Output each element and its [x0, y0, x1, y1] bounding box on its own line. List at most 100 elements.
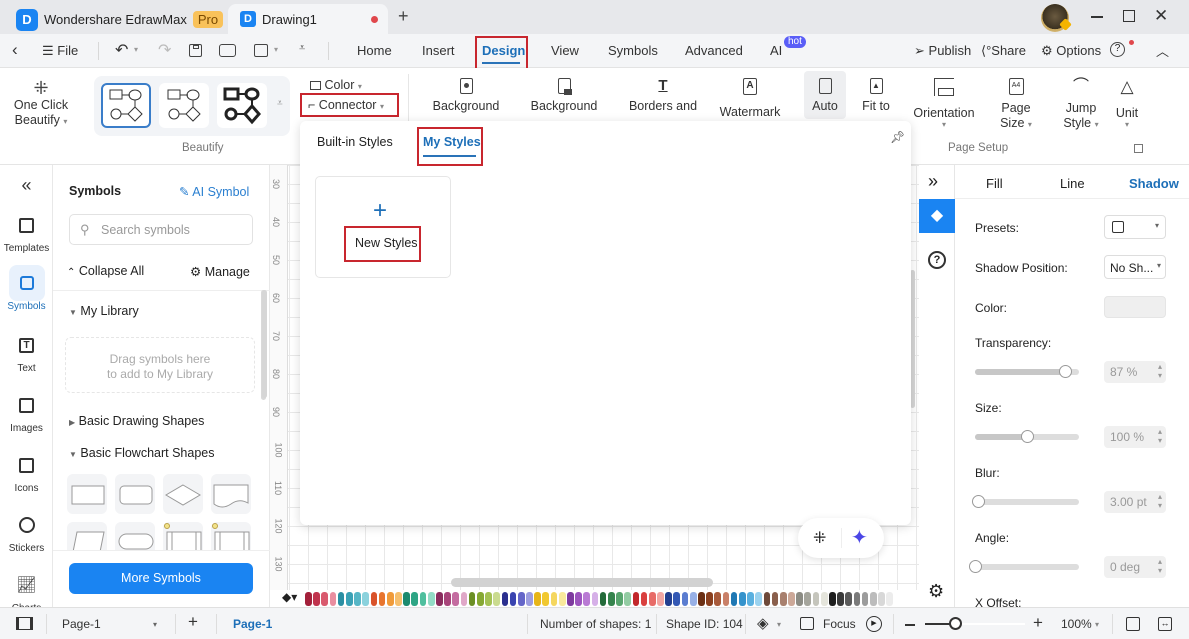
tab-built-in-styles[interactable]: Built-in Styles [317, 135, 393, 149]
borders-and-headers-button[interactable]: T Borders and [627, 78, 699, 114]
tab-insert[interactable]: Insert [422, 43, 455, 58]
style-panel-icon[interactable]: ◆ [919, 199, 955, 233]
pin-icon[interactable]: 📌︎ [890, 130, 905, 144]
color-swatch[interactable] [640, 592, 648, 606]
close-button[interactable]: ✕ [1154, 6, 1168, 26]
export-dropdown-icon[interactable]: ▾ [274, 45, 278, 54]
color-button[interactable]: Color ▾ [310, 78, 362, 92]
color-swatch[interactable] [624, 592, 631, 606]
focus-button[interactable]: Focus [823, 617, 856, 631]
color-swatch[interactable] [501, 592, 509, 606]
jump-style-button[interactable]: ⌒ Jump Style ▾ [1052, 78, 1110, 132]
presets-select[interactable]: ▾ [1104, 215, 1166, 239]
color-swatch[interactable] [616, 592, 623, 606]
ai-symbol-button[interactable]: ✎ AI Symbol [179, 184, 249, 199]
more-symbols-button[interactable]: More Symbols [69, 563, 253, 594]
size-slider[interactable] [975, 430, 1079, 443]
color-swatch[interactable] [698, 592, 705, 606]
settings-icon[interactable]: ⚙ [928, 581, 944, 602]
chevron-down-icon[interactable]: ▾ [1095, 620, 1099, 629]
color-swatch[interactable] [419, 592, 427, 606]
color-swatch[interactable] [321, 592, 329, 606]
shape-predefined-process[interactable] [163, 522, 203, 550]
one-click-beautify-button[interactable]: ⁜ One Click Beautify ▾ [10, 78, 72, 129]
tab-home[interactable]: Home [357, 43, 392, 58]
shape-document[interactable] [211, 474, 251, 514]
color-swatch[interactable] [755, 592, 762, 606]
share-button[interactable]: ⟨°Share [981, 43, 1026, 59]
undo-dropdown-icon[interactable]: ▾ [134, 45, 138, 54]
play-icon[interactable]: ▶ [866, 616, 882, 632]
color-swatch[interactable] [730, 592, 738, 606]
new-styles-card[interactable]: + New Styles [315, 176, 451, 278]
color-swatch[interactable] [681, 592, 689, 606]
fill-bucket-icon[interactable]: ◆▾ [282, 590, 297, 604]
collapse-ribbon-icon[interactable]: ︿ [1156, 41, 1169, 60]
color-swatch[interactable] [599, 592, 607, 606]
color-swatch[interactable] [509, 592, 517, 606]
zoom-slider[interactable] [925, 617, 1025, 630]
slider-knob[interactable] [1059, 365, 1073, 378]
background-color-button[interactable]: Background [430, 78, 502, 114]
color-swatch[interactable] [648, 592, 656, 606]
color-swatch[interactable] [878, 592, 885, 606]
color-swatch[interactable] [378, 592, 386, 606]
back-icon[interactable]: ‹ [12, 40, 18, 60]
export-icon[interactable] [254, 44, 268, 57]
my-library-dropzone[interactable]: Drag symbols here to add to My Library [65, 337, 255, 393]
color-swatch[interactable] [632, 592, 640, 606]
color-swatch[interactable] [362, 592, 369, 606]
blur-input[interactable]: 3.00 pt [1104, 491, 1166, 513]
color-swatch[interactable] [517, 592, 525, 606]
beautify-style-1[interactable] [101, 83, 151, 128]
color-swatch[interactable] [829, 592, 836, 606]
color-swatch[interactable] [738, 592, 746, 606]
color-swatch[interactable] [345, 592, 353, 606]
fit-width-icon[interactable]: ↔ [1158, 617, 1172, 631]
search-symbols-input[interactable]: ⚲ Search symbols [69, 214, 253, 245]
color-swatch[interactable] [706, 592, 713, 606]
chevron-down-icon[interactable]: ▾ [153, 620, 157, 629]
orientation-button[interactable]: Orientation ▾ [910, 78, 978, 129]
file-menu[interactable]: ☰ File [42, 43, 78, 59]
help-icon[interactable]: ? [928, 251, 946, 269]
chevron-down-icon[interactable]: ▾ [777, 620, 781, 629]
undo-icon[interactable]: ↶ [115, 40, 128, 60]
basic-drawing-shapes-section[interactable]: ▶ Basic Drawing Shapes [69, 414, 204, 428]
redo-icon[interactable]: ↷ [158, 40, 171, 60]
color-swatch[interactable] [779, 592, 787, 606]
color-swatch[interactable] [476, 592, 484, 606]
color-swatch[interactable] [673, 592, 681, 606]
color-swatch[interactable] [485, 592, 492, 606]
color-swatch[interactable] [313, 592, 320, 606]
angle-input[interactable]: 0 deg [1104, 556, 1166, 578]
size-input[interactable]: 100 % [1104, 426, 1166, 448]
nav-symbols[interactable]: Symbols [0, 265, 53, 312]
nav-images[interactable]: Images [0, 387, 53, 434]
color-swatch[interactable] [444, 592, 451, 606]
tab-line[interactable]: Line [1060, 176, 1085, 191]
color-swatch[interactable] [542, 592, 550, 606]
auto-size-button[interactable]: Auto [804, 78, 846, 114]
new-tab-button[interactable]: + [398, 6, 409, 27]
color-swatch[interactable] [771, 592, 779, 606]
shape-collate[interactable] [211, 522, 251, 550]
color-swatch[interactable] [427, 592, 435, 606]
color-swatch[interactable] [796, 592, 803, 606]
publish-button[interactable]: ➢ Publish [914, 43, 971, 59]
color-swatch[interactable] [452, 592, 460, 606]
zoom-level[interactable]: 100% [1061, 617, 1092, 631]
color-swatch[interactable] [370, 592, 378, 606]
background-image-button[interactable]: Background [528, 78, 600, 114]
my-library-section[interactable]: ▼ My Library [69, 304, 139, 318]
color-swatch[interactable] [837, 592, 844, 606]
shape-terminator[interactable] [115, 522, 155, 550]
fit-page-icon[interactable] [1126, 617, 1140, 631]
transparency-input[interactable]: 87 % [1104, 361, 1166, 383]
color-swatch[interactable] [820, 592, 828, 606]
color-swatch[interactable] [534, 592, 541, 606]
shadow-color-picker[interactable] [1104, 296, 1166, 318]
color-swatch[interactable] [558, 592, 566, 606]
tab-view[interactable]: View [551, 43, 579, 58]
watermark-button[interactable]: A Watermark [714, 78, 786, 120]
